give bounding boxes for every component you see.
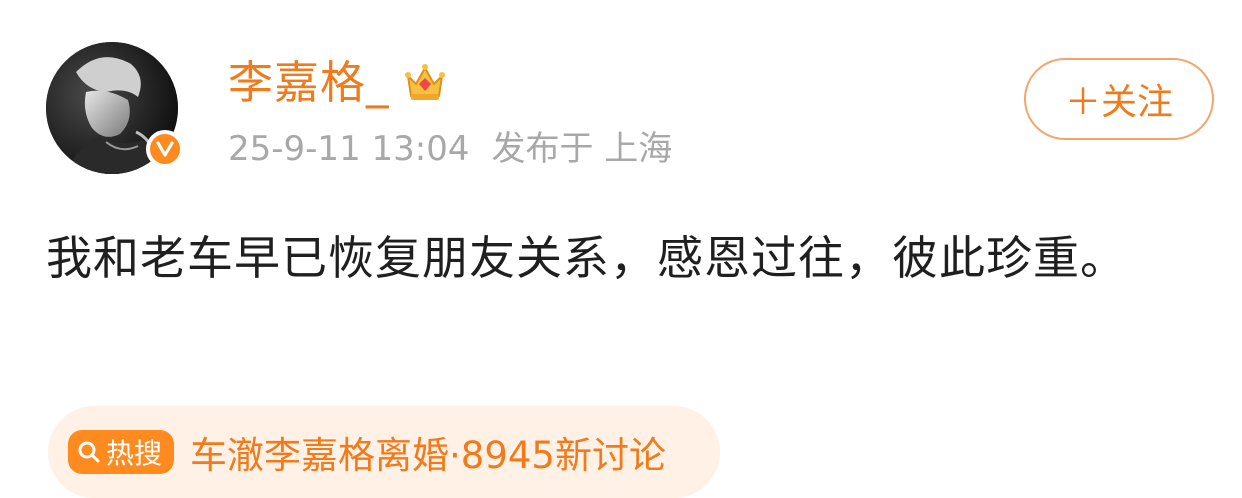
post-text: 我和老车早已恢复朋友关系，感恩过往，彼此珍重。 bbox=[46, 231, 1127, 285]
avatar[interactable] bbox=[46, 42, 184, 174]
hot-search-badge-label: 热搜 bbox=[106, 437, 163, 470]
crown-icon[interactable] bbox=[402, 60, 448, 106]
post-timestamp: 25-9-11 13:04 bbox=[228, 129, 470, 169]
hot-search-link[interactable]: 热搜 车澈李嘉格离婚·8945新讨论 bbox=[48, 406, 720, 498]
hot-search-topic: 车澈李嘉格离婚·8945新讨论 bbox=[190, 434, 666, 477]
username-row: 李嘉格_ bbox=[228, 54, 448, 112]
search-icon bbox=[78, 441, 100, 463]
post-meta: 25-9-11 13:04 发布于 上海 bbox=[228, 124, 672, 174]
follow-button-label: ＋关注 bbox=[1064, 82, 1173, 123]
weibo-post: 李嘉格_ 25-9-11 13:04 发布于 上海 ＋关注 我和老车早已恢复朋友关… bbox=[0, 0, 1242, 498]
username[interactable]: 李嘉格_ bbox=[228, 54, 390, 112]
post-location: 发布于 上海 bbox=[491, 129, 673, 169]
verified-v-icon bbox=[146, 130, 184, 168]
hot-search-badge: 热搜 bbox=[68, 430, 175, 474]
follow-button[interactable]: ＋关注 bbox=[1024, 58, 1214, 140]
